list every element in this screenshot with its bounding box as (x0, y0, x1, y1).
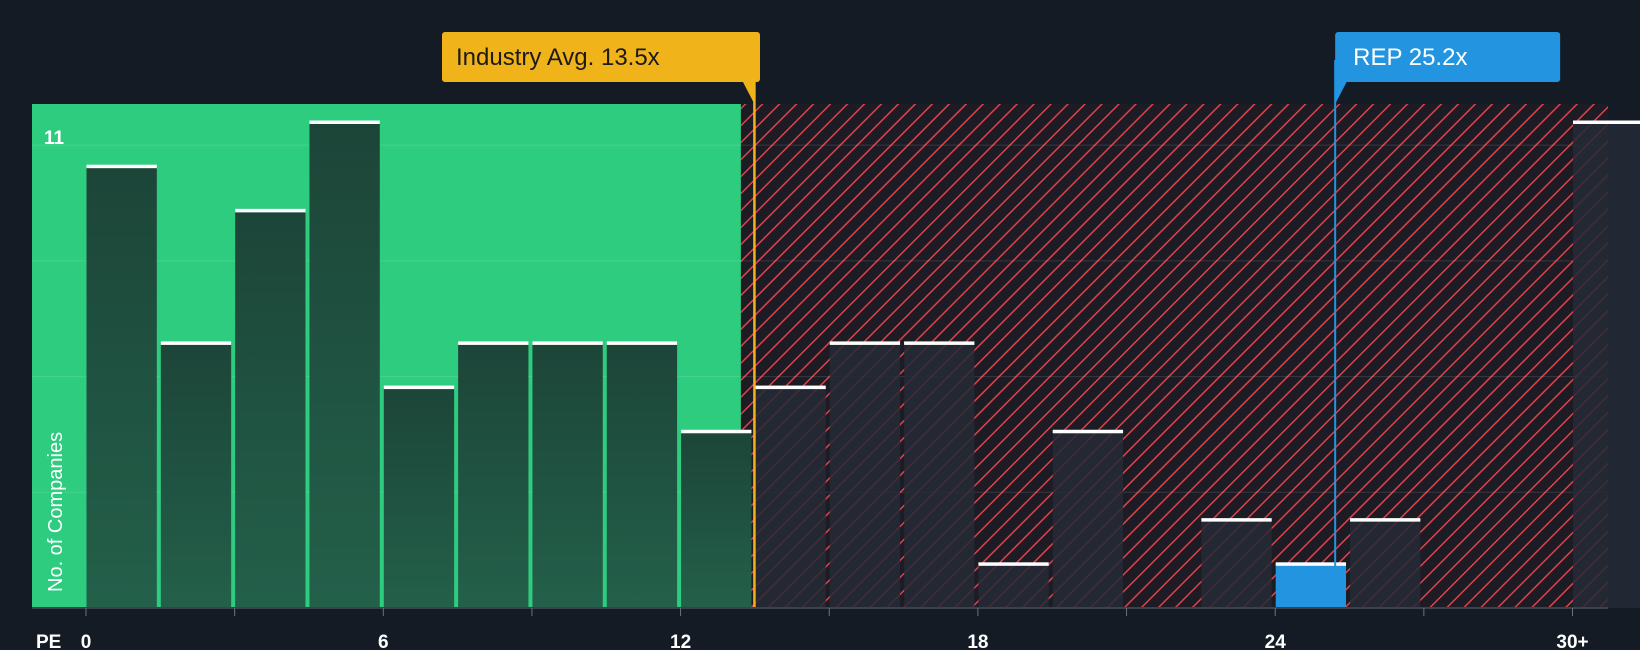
industry-avg-pointer (742, 81, 756, 104)
company-pointer (1335, 81, 1348, 104)
bar-top-line (86, 164, 157, 169)
histogram-bar (86, 166, 157, 608)
x-tick-label: 0 (81, 632, 92, 650)
histogram-bar (160, 342, 232, 608)
histogram-bar (309, 122, 380, 608)
x-tick-label: 6 (378, 632, 389, 650)
bar-top-line (532, 341, 603, 345)
bar-top-line (978, 562, 1049, 566)
industry-avg-label: Industry Avg. 13.5x (456, 44, 660, 71)
bar-top-line (829, 341, 901, 345)
pe-distribution-chart: Industry Avg. 13.5x REP 25.2x 0 6 12 18 24 30+… (0, 0, 1640, 650)
bar-top-line (1201, 518, 1272, 522)
bar-top-line (1573, 120, 1640, 124)
bar-top-line (681, 429, 752, 434)
x-axis-title: PE (36, 632, 61, 650)
bar-top-line (309, 120, 380, 124)
histogram-bar (532, 342, 603, 608)
bar-top-line (1052, 429, 1124, 434)
histogram-bar (978, 563, 1049, 608)
y-axis-title: No. of Companies (45, 432, 67, 592)
x-tick-label: 30+ (1556, 632, 1588, 650)
histogram-bar (235, 210, 306, 608)
x-tick-label: 12 (670, 632, 691, 650)
histogram-bar (383, 387, 455, 608)
histogram-bar (829, 342, 901, 608)
bar-top-line (160, 341, 232, 345)
bar-top-line (235, 208, 306, 213)
bar-top-line (1350, 518, 1421, 522)
histogram-bar (755, 387, 826, 608)
company-label: REP 25.2x (1353, 44, 1467, 71)
bar-top-line (458, 341, 529, 345)
histogram-bar (1350, 519, 1421, 608)
x-tick-label: 18 (967, 632, 988, 650)
histogram-bar (904, 342, 975, 608)
histogram-bar (458, 342, 529, 608)
y-tick-label: 11 (44, 128, 65, 149)
histogram-bar (1573, 122, 1640, 608)
bar-top-line (755, 385, 826, 390)
histogram-bar (1052, 431, 1124, 608)
histogram-bar (681, 431, 752, 608)
histogram-bar (606, 342, 678, 608)
histogram-bar (1201, 519, 1272, 608)
bar-top-line (904, 341, 975, 345)
x-tick-label: 24 (1265, 632, 1287, 650)
bar-top-line (383, 385, 455, 390)
chart-svg: Industry Avg. 13.5x REP 25.2x 0 6 12 18 24 30+… (32, 32, 1640, 650)
bar-top-line (606, 341, 678, 345)
